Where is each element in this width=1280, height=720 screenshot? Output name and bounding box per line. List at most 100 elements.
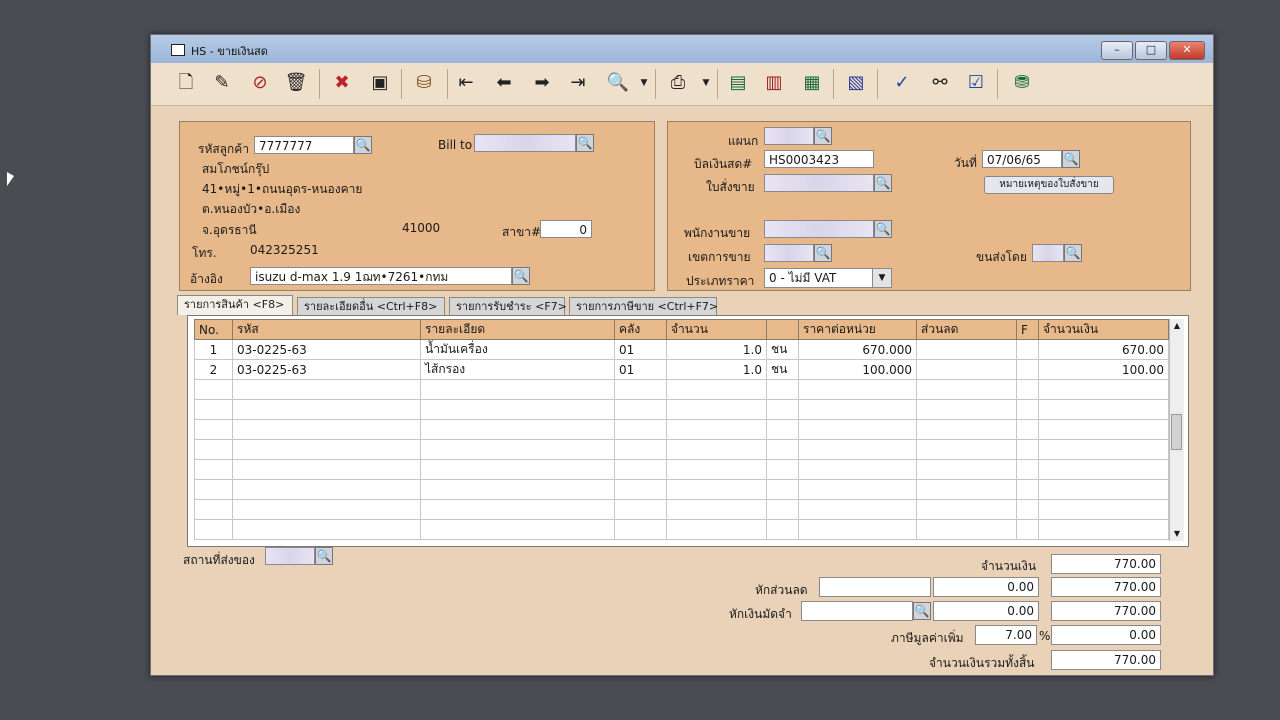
row-description[interactable]: ไส้กรอง [420, 359, 615, 380]
empty-row[interactable] [194, 479, 1169, 500]
table-row[interactable]: 1 03-0225-63 น้ำมันเครื่อง 01 1.0 ชน 670… [194, 339, 1169, 360]
customer-code-field[interactable]: 7777777 [254, 136, 354, 154]
col-header-no[interactable]: No. [194, 319, 233, 340]
row-unit[interactable]: ชน [766, 339, 799, 360]
minimize-button[interactable]: – [1101, 41, 1133, 60]
col-header-description[interactable]: รายละเอียด [420, 319, 615, 340]
row-code[interactable]: 03-0225-63 [232, 339, 421, 360]
sales-area-field[interactable] [764, 244, 814, 262]
col-header-code[interactable]: รหัส [232, 319, 421, 340]
row-unit[interactable]: ชน [766, 359, 799, 380]
tab-sales-tax[interactable]: รายการภาษีขาย <Ctrl+F7> [569, 297, 718, 315]
chevron-down-icon[interactable]: ▼ [872, 269, 891, 287]
deposit-field[interactable]: 0.00 [933, 601, 1039, 621]
row-quantity[interactable]: 1.0 [666, 339, 767, 360]
approve-icon[interactable]: ✓ [889, 70, 915, 96]
reference-field[interactable]: isuzu d-max 1.9 1ฌท•7261•กทม [250, 267, 512, 285]
empty-row[interactable] [194, 439, 1169, 460]
row-code[interactable]: 03-0225-63 [232, 359, 421, 380]
price-type-select[interactable]: 0 - ไม่มี VAT ▼ [764, 268, 892, 288]
empty-row[interactable] [194, 459, 1169, 480]
deposit-lookup-icon[interactable]: 🔍 [913, 602, 931, 620]
salesperson-field[interactable] [764, 220, 874, 238]
scroll-up-icon[interactable]: ▲ [1170, 319, 1184, 333]
calc-icon[interactable]: ▥ [761, 70, 787, 96]
report-icon[interactable]: ▤ [725, 70, 751, 96]
ship-by-field[interactable] [1032, 244, 1064, 262]
link-icon[interactable]: ⚯ [927, 70, 953, 96]
reference-lookup-icon[interactable]: 🔍 [512, 267, 530, 285]
cancel-icon[interactable]: ✖ [329, 70, 355, 96]
row-unit-price[interactable]: 100.000 [798, 359, 917, 380]
maximize-button[interactable]: □ [1135, 41, 1167, 60]
col-header-warehouse[interactable]: คลัง [614, 319, 667, 340]
row-discount[interactable] [916, 359, 1017, 380]
import-icon[interactable]: ▧ [843, 70, 869, 96]
col-header-unit-price[interactable]: ราคาต่อหน่วย [798, 319, 917, 340]
sales-order-note-button[interactable]: หมายเหตุของใบสั่งขาย [984, 176, 1114, 194]
row-warehouse[interactable]: 01 [614, 339, 667, 360]
print-icon[interactable]: ⎙ [665, 70, 691, 96]
save-icon[interactable]: ▣ [367, 70, 393, 96]
export-icon[interactable]: ▦ [799, 70, 825, 96]
sales-area-lookup-icon[interactable]: 🔍 [814, 244, 832, 262]
customer-lookup-icon[interactable]: 🔍 [354, 136, 372, 154]
print-dropdown-icon[interactable]: ▼ [693, 70, 719, 96]
last-icon[interactable]: ⇥ [565, 70, 591, 96]
tab-other-details[interactable]: รายละเอียดอื่น <Ctrl+F8> [297, 297, 445, 315]
department-lookup-icon[interactable]: 🔍 [814, 127, 832, 145]
discount-field[interactable]: 0.00 [933, 577, 1039, 597]
tab-payments[interactable]: รายการรับชำระ <F7> [449, 297, 567, 315]
bill-to-lookup-icon[interactable]: 🔍 [576, 134, 594, 152]
col-header-flag[interactable]: F [1016, 319, 1039, 340]
ship-place-field[interactable] [265, 547, 315, 565]
database-icon[interactable]: ⛃ [1009, 70, 1035, 96]
scroll-thumb[interactable] [1171, 414, 1182, 450]
trash-icon[interactable]: 🗑 [283, 70, 309, 96]
sales-order-lookup-icon[interactable]: 🔍 [874, 174, 892, 192]
bill-to-field[interactable] [474, 134, 576, 152]
empty-row[interactable] [194, 399, 1169, 420]
col-header-unit[interactable] [766, 319, 799, 340]
row-unit-price[interactable]: 670.000 [798, 339, 917, 360]
close-button[interactable]: ✕ [1169, 41, 1205, 60]
ship-by-lookup-icon[interactable]: 🔍 [1064, 244, 1082, 262]
row-description[interactable]: น้ำมันเครื่อง [420, 339, 615, 360]
scroll-down-icon[interactable]: ▼ [1170, 527, 1184, 541]
new-icon[interactable]: 🗋 [173, 70, 199, 96]
date-picker-icon[interactable]: 🔍 [1062, 150, 1080, 168]
ship-place-lookup-icon[interactable]: 🔍 [315, 547, 333, 565]
branch-field[interactable]: 0 [540, 220, 592, 238]
grid-scrollbar[interactable]: ▲ ▼ [1169, 319, 1184, 541]
empty-row[interactable] [194, 379, 1169, 400]
discount-text-field[interactable] [819, 577, 931, 597]
table-row[interactable]: 2 03-0225-63 ไส้กรอง 01 1.0 ชน 100.000 1… [194, 359, 1169, 380]
delete-record-icon[interactable]: ⊘ [247, 70, 273, 96]
col-header-quantity[interactable]: จำนวน [666, 319, 767, 340]
vat-rate-field[interactable]: 7.00 [975, 625, 1037, 645]
empty-row[interactable] [194, 499, 1169, 520]
department-field[interactable] [764, 127, 814, 145]
prev-icon[interactable]: ⬅ [491, 70, 517, 96]
row-quantity[interactable]: 1.0 [666, 359, 767, 380]
row-flag[interactable] [1016, 359, 1039, 380]
col-header-discount[interactable]: ส่วนลด [916, 319, 1017, 340]
ok-icon[interactable]: ☑ [963, 70, 989, 96]
sales-order-field[interactable] [764, 174, 874, 192]
date-field[interactable]: 07/06/65 [982, 150, 1062, 168]
empty-row[interactable] [194, 519, 1169, 540]
find-icon[interactable]: 🔍 [605, 70, 631, 96]
bill-no-field[interactable]: HS0003423 [764, 150, 874, 168]
edit-icon[interactable]: ✎ [209, 70, 235, 96]
empty-row[interactable] [194, 419, 1169, 440]
attach-icon[interactable]: ⛁ [411, 70, 437, 96]
row-discount[interactable] [916, 339, 1017, 360]
deposit-ref-field[interactable] [801, 601, 913, 621]
first-icon[interactable]: ⇤ [453, 70, 479, 96]
row-flag[interactable] [1016, 339, 1039, 360]
salesperson-lookup-icon[interactable]: 🔍 [874, 220, 892, 238]
next-icon[interactable]: ➡ [529, 70, 555, 96]
find-dropdown-icon[interactable]: ▼ [631, 70, 657, 96]
row-warehouse[interactable]: 01 [614, 359, 667, 380]
col-header-amount[interactable]: จำนวนเงิน [1038, 319, 1169, 340]
